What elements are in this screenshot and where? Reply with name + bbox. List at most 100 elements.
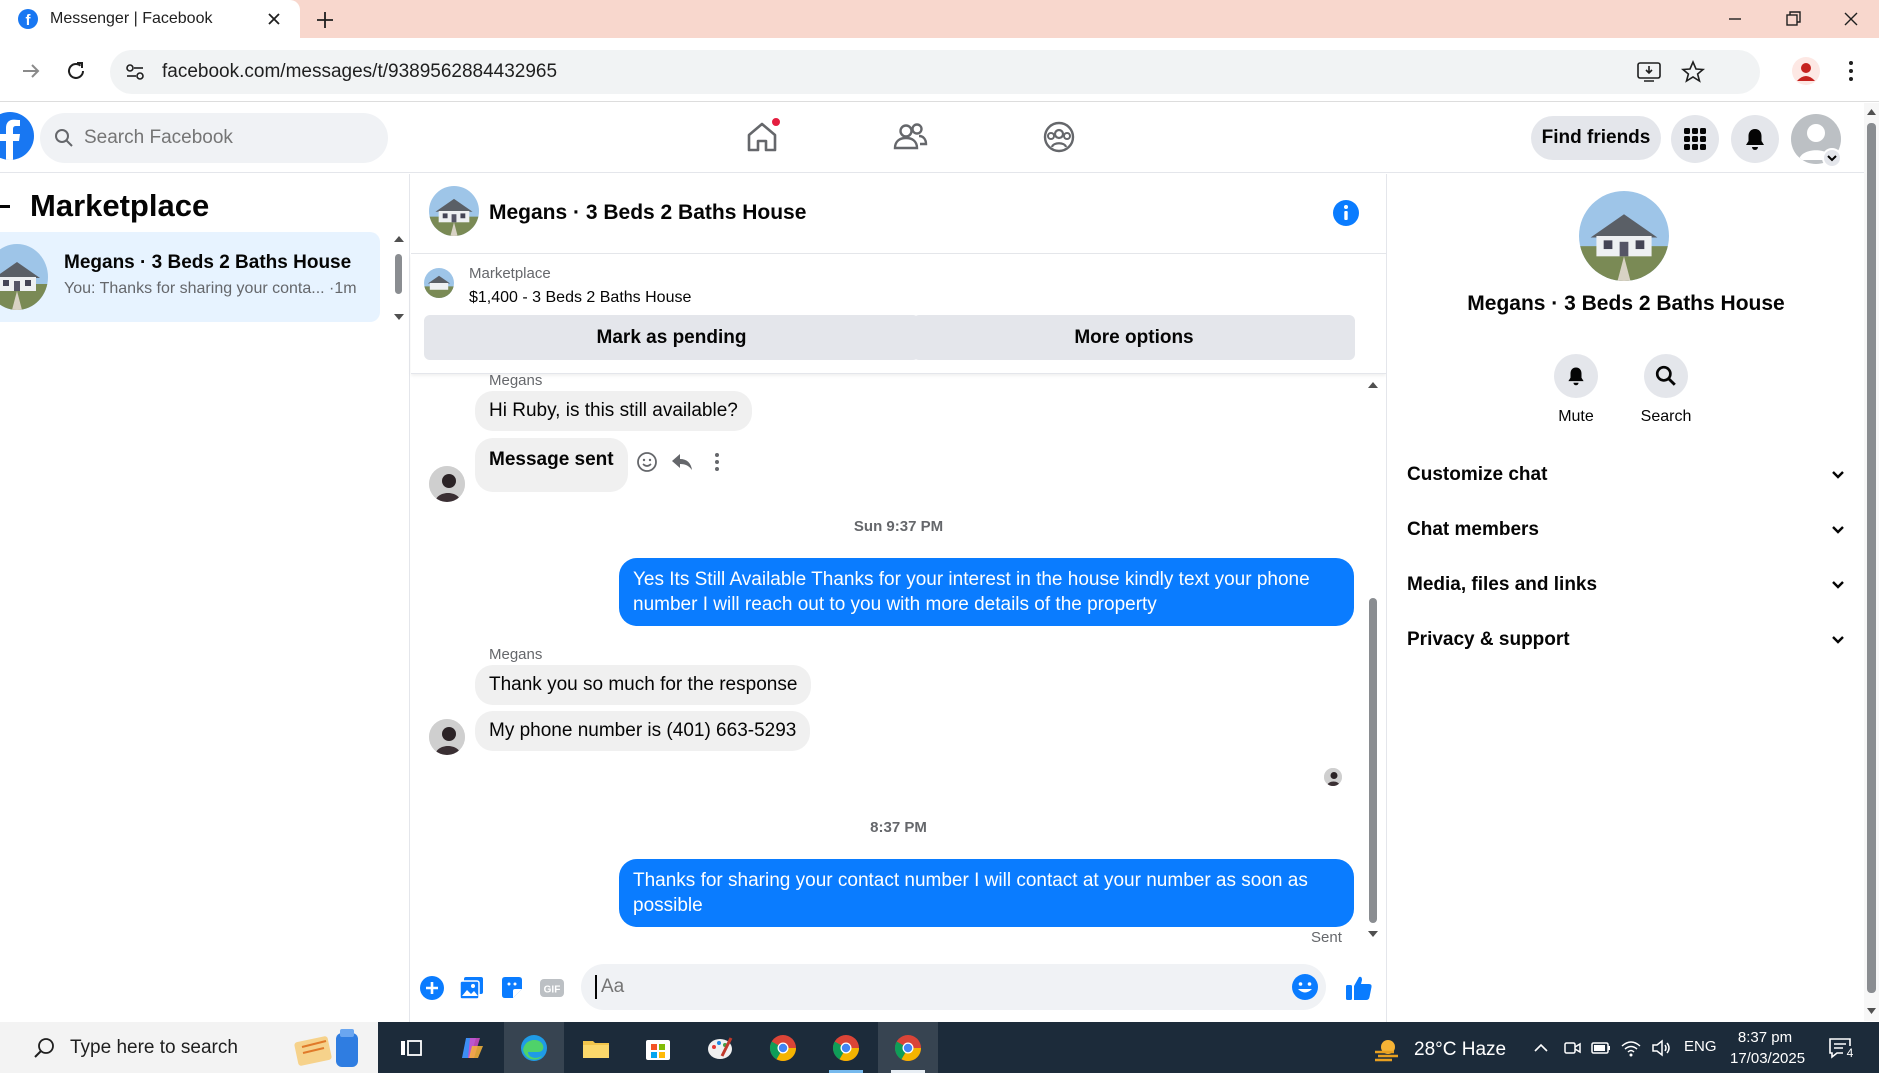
outgoing-message[interactable]: Thanks for sharing your contact number I… bbox=[619, 859, 1354, 927]
notifications-button[interactable] bbox=[1731, 115, 1779, 163]
chrome-profile-3-icon[interactable] bbox=[892, 1032, 924, 1064]
chat-header: Megans · 3 Beds 2 Baths House bbox=[411, 174, 1386, 254]
marketplace-header: Marketplace bbox=[0, 188, 209, 224]
menu-button[interactable] bbox=[1671, 115, 1719, 163]
facebook-search[interactable] bbox=[40, 113, 388, 163]
microsoft-store-icon[interactable] bbox=[642, 1032, 674, 1064]
facebook-search-input[interactable] bbox=[84, 127, 364, 149]
more-actions-icon[interactable] bbox=[704, 449, 730, 475]
facebook-logo-icon[interactable] bbox=[0, 112, 34, 160]
tab-title: Messenger | Facebook bbox=[50, 10, 213, 27]
weather-widget[interactable]: 28°C Haze bbox=[1372, 1036, 1506, 1064]
photo-icon[interactable] bbox=[458, 974, 486, 1002]
restore-icon[interactable] bbox=[1780, 6, 1806, 32]
copilot-icon[interactable] bbox=[456, 1032, 488, 1064]
message-sender: Megans bbox=[489, 646, 543, 663]
new-tab-icon[interactable] bbox=[313, 8, 337, 32]
info-icon[interactable] bbox=[1331, 198, 1361, 228]
listing-thumbnail[interactable] bbox=[424, 268, 454, 298]
groups-icon[interactable] bbox=[1039, 117, 1079, 157]
listing-price[interactable]: $1,400 - 3 Beds 2 Baths House bbox=[469, 289, 691, 307]
timestamp: Sun 9:37 PM bbox=[853, 518, 944, 535]
search-icon bbox=[1655, 365, 1676, 386]
incoming-message[interactable]: My phone number is (401) 663-5293 bbox=[475, 711, 811, 751]
chrome-icon[interactable] bbox=[767, 1032, 799, 1064]
chat-title[interactable]: Megans · 3 Beds 2 Baths House bbox=[489, 201, 806, 225]
bell-icon bbox=[1568, 367, 1584, 386]
search-icon bbox=[55, 129, 73, 147]
chat-scrollbar[interactable] bbox=[1365, 376, 1381, 941]
message-input[interactable] bbox=[595, 975, 1235, 999]
window-close-icon[interactable] bbox=[1838, 6, 1864, 32]
task-view-icon[interactable] bbox=[395, 1032, 427, 1064]
message-sent-card[interactable]: Message sent bbox=[475, 438, 628, 492]
reload-icon[interactable] bbox=[63, 58, 89, 84]
clock-date: 17/03/2025 bbox=[1730, 1050, 1806, 1067]
conversation-list-scrollbar[interactable] bbox=[392, 234, 406, 324]
chat-house-thumbnail[interactable] bbox=[429, 186, 479, 236]
tray-chevron-up-icon[interactable] bbox=[1532, 1039, 1550, 1057]
install-app-icon[interactable] bbox=[1636, 60, 1662, 84]
edge-icon[interactable] bbox=[518, 1032, 550, 1064]
message-input-box[interactable] bbox=[581, 964, 1326, 1010]
forward-icon[interactable] bbox=[18, 58, 44, 84]
react-icon[interactable] bbox=[634, 449, 660, 475]
sticker-icon[interactable] bbox=[498, 974, 526, 1002]
search-action[interactable]: Search bbox=[1626, 354, 1706, 426]
find-friends-button[interactable]: Find friends bbox=[1531, 116, 1661, 160]
sender-avatar[interactable] bbox=[429, 719, 465, 755]
windows-taskbar: Type here to search 28°C Haze ENG 8:37 p… bbox=[0, 1022, 1879, 1073]
battery-icon[interactable] bbox=[1590, 1038, 1612, 1058]
info-house-avatar[interactable] bbox=[1579, 191, 1669, 281]
chevron-down-icon bbox=[1832, 636, 1844, 644]
reply-icon[interactable] bbox=[669, 449, 695, 475]
volume-icon[interactable] bbox=[1650, 1038, 1672, 1058]
plus-circle-icon[interactable] bbox=[418, 974, 446, 1002]
privacy-support-row[interactable]: Privacy & support bbox=[1407, 620, 1847, 660]
browser-tab[interactable]: f Messenger | Facebook bbox=[0, 0, 300, 38]
file-explorer-icon[interactable] bbox=[580, 1032, 612, 1064]
address-bar[interactable]: facebook.com/messages/t/9389562884432965 bbox=[110, 50, 1760, 94]
gif-icon[interactable]: GIF bbox=[538, 974, 566, 1002]
incoming-message[interactable]: Thank you so much for the response bbox=[475, 665, 812, 705]
listing-label: Marketplace bbox=[469, 265, 551, 282]
taskbar-clock[interactable]: 8:37 pm 17/03/2025 bbox=[1730, 1027, 1806, 1069]
conversation-list-panel: Marketplace Megans · 3 Beds 2 Baths Hous… bbox=[0, 174, 410, 1022]
meet-now-icon[interactable] bbox=[1562, 1038, 1582, 1058]
sender-avatar[interactable] bbox=[429, 466, 465, 502]
language-indicator[interactable]: ENG bbox=[1684, 1038, 1717, 1055]
mark-as-pending-button[interactable]: Mark as pending bbox=[424, 315, 919, 360]
chevron-down-icon[interactable] bbox=[1822, 148, 1842, 168]
chevron-down-icon bbox=[1832, 581, 1844, 589]
chat-members-row[interactable]: Chat members bbox=[1407, 510, 1847, 550]
minimize-icon[interactable] bbox=[1722, 6, 1748, 32]
wifi-icon[interactable] bbox=[1620, 1038, 1642, 1058]
site-info-icon[interactable] bbox=[122, 59, 148, 85]
incoming-message[interactable]: Hi Ruby, is this still available? bbox=[475, 391, 752, 431]
chrome-profile-2-icon[interactable] bbox=[830, 1032, 862, 1064]
timestamp: 8:37 PM bbox=[870, 819, 927, 836]
url-text[interactable]: facebook.com/messages/t/9389562884432965 bbox=[162, 61, 557, 83]
chevron-down-icon bbox=[1832, 471, 1844, 479]
media-files-links-row[interactable]: Media, files and links bbox=[1407, 565, 1847, 605]
page-scrollbar[interactable] bbox=[1864, 103, 1879, 1021]
outgoing-message[interactable]: Yes Its Still Available Thanks for your … bbox=[619, 558, 1354, 626]
emoji-icon[interactable] bbox=[1290, 972, 1320, 1002]
conversation-item[interactable]: Megans · 3 Beds 2 Baths House You: Thank… bbox=[0, 232, 380, 322]
chrome-menu-icon[interactable] bbox=[1838, 58, 1864, 84]
tab-close-icon[interactable] bbox=[264, 9, 284, 29]
more-options-button[interactable]: More options bbox=[913, 315, 1355, 360]
search-label: Search bbox=[1640, 408, 1692, 425]
customize-chat-row[interactable]: Customize chat bbox=[1407, 455, 1847, 495]
back-dash-icon[interactable] bbox=[0, 204, 10, 208]
browser-toolbar: facebook.com/messages/t/9389562884432965 bbox=[0, 38, 1879, 102]
bookmark-star-icon[interactable] bbox=[1680, 59, 1706, 85]
mute-action[interactable]: Mute bbox=[1536, 354, 1616, 426]
thumbs-up-icon[interactable] bbox=[1343, 972, 1375, 1004]
home-notification-dot bbox=[770, 116, 782, 128]
taskbar-search[interactable]: Type here to search bbox=[0, 1022, 378, 1073]
paint-icon[interactable] bbox=[704, 1032, 736, 1064]
conversation-preview: You: Thanks for sharing your conta... ·1… bbox=[64, 280, 357, 297]
chrome-profile-icon[interactable] bbox=[1792, 57, 1820, 85]
friends-icon[interactable] bbox=[890, 117, 930, 157]
